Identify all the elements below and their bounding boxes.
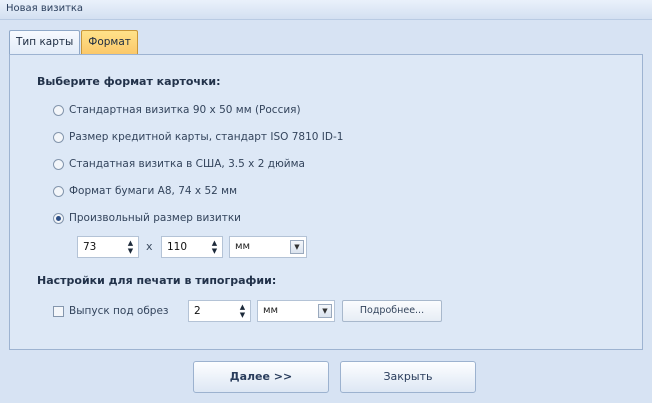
size-separator: x <box>146 240 153 253</box>
bleed-unit-value: мм <box>263 305 279 316</box>
window-title: Новая визитка <box>0 0 652 20</box>
bleed-label: Выпуск под обрез <box>69 305 169 317</box>
format-option-standard-us[interactable]: Стандатная визитка в США, 3.5 x 2 дюйма <box>53 158 305 170</box>
custom-height-value: 110 <box>167 241 188 253</box>
bleed-unit-select[interactable]: мм ▼ <box>257 300 335 322</box>
tab-bar: Тип карты Формат <box>9 30 139 54</box>
radio-icon[interactable] <box>53 185 64 197</box>
chevron-down-icon[interactable]: ▼ <box>290 240 304 254</box>
chevron-down-icon[interactable]: ▼ <box>318 304 332 318</box>
unit-select-value: мм <box>235 241 251 252</box>
print-section-title: Настройки для печати в типографии: <box>37 274 277 287</box>
format-option-label: Размер кредитной карты, стандарт ISO 781… <box>69 131 344 143</box>
format-option-label: Формат бумаги A8, 74 x 52 мм <box>69 185 237 197</box>
custom-width-value: 73 <box>83 241 97 253</box>
custom-height-stepper[interactable]: 110 ▲ ▼ <box>161 236 223 258</box>
spin-arrows-icon[interactable]: ▲ ▼ <box>210 239 219 255</box>
bleed-checkbox-row[interactable]: Выпуск под обрез <box>53 305 169 317</box>
spin-arrows-icon[interactable]: ▲ ▼ <box>126 239 135 255</box>
format-option-standard-ru[interactable]: Стандартная визитка 90 x 50 мм (Россия) <box>53 104 301 116</box>
spin-arrows-icon[interactable]: ▲ ▼ <box>238 303 247 319</box>
radio-checked-icon[interactable] <box>53 212 64 224</box>
close-button[interactable]: Закрыть <box>340 361 476 393</box>
format-option-custom[interactable]: Произвольный размер визитки <box>53 212 241 224</box>
radio-icon[interactable] <box>53 158 64 170</box>
tab-card-type[interactable]: Тип карты <box>9 30 81 54</box>
radio-icon[interactable] <box>53 131 64 143</box>
format-option-a8[interactable]: Формат бумаги A8, 74 x 52 мм <box>53 185 237 197</box>
format-option-label: Стандартная визитка 90 x 50 мм (Россия) <box>69 104 301 116</box>
tab-format[interactable]: Формат <box>81 30 138 54</box>
checkbox-icon[interactable] <box>53 305 64 317</box>
details-button[interactable]: Подробнее... <box>342 300 442 322</box>
bleed-stepper[interactable]: 2 ▲ ▼ <box>188 300 251 322</box>
next-button[interactable]: Далее >> <box>193 361 329 393</box>
format-option-label: Стандатная визитка в США, 3.5 x 2 дюйма <box>69 158 305 170</box>
bleed-value: 2 <box>194 305 201 317</box>
format-option-credit-card[interactable]: Размер кредитной карты, стандарт ISO 781… <box>53 131 343 143</box>
dialog-window: Новая визитка Тип карты Формат Выберите … <box>0 0 652 403</box>
unit-select[interactable]: мм ▼ <box>229 236 307 258</box>
format-option-label: Произвольный размер визитки <box>69 212 241 224</box>
format-section-title: Выберите формат карточки: <box>37 75 221 88</box>
radio-icon[interactable] <box>53 104 64 116</box>
custom-width-stepper[interactable]: 73 ▲ ▼ <box>77 236 139 258</box>
